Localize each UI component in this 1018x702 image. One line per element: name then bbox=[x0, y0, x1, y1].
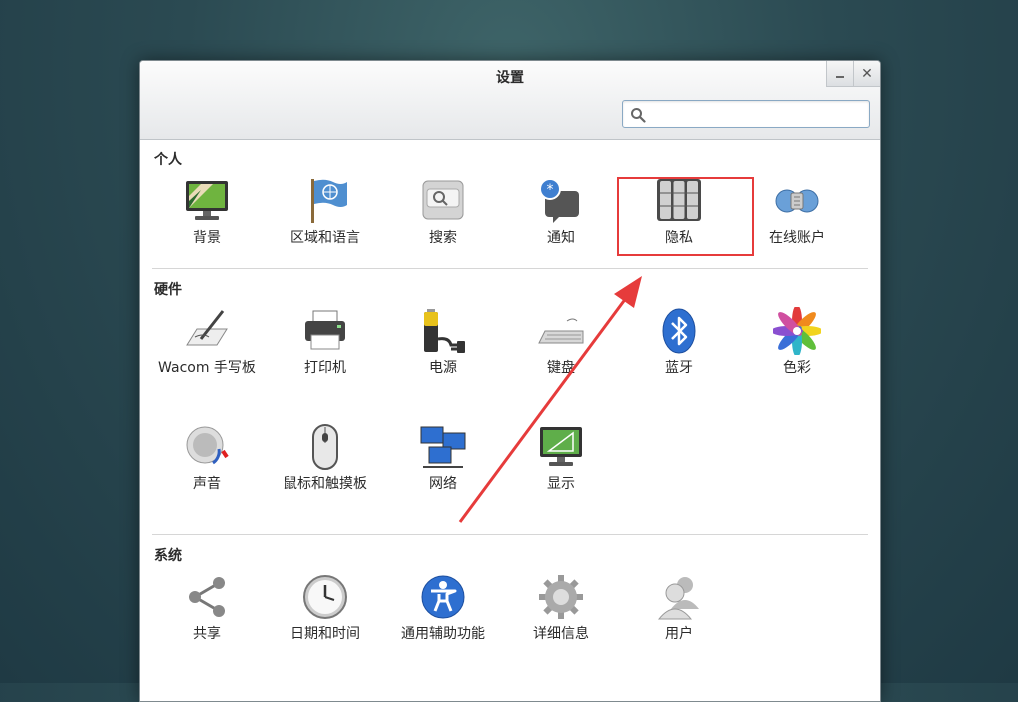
annotation-arrow bbox=[458, 276, 642, 523]
